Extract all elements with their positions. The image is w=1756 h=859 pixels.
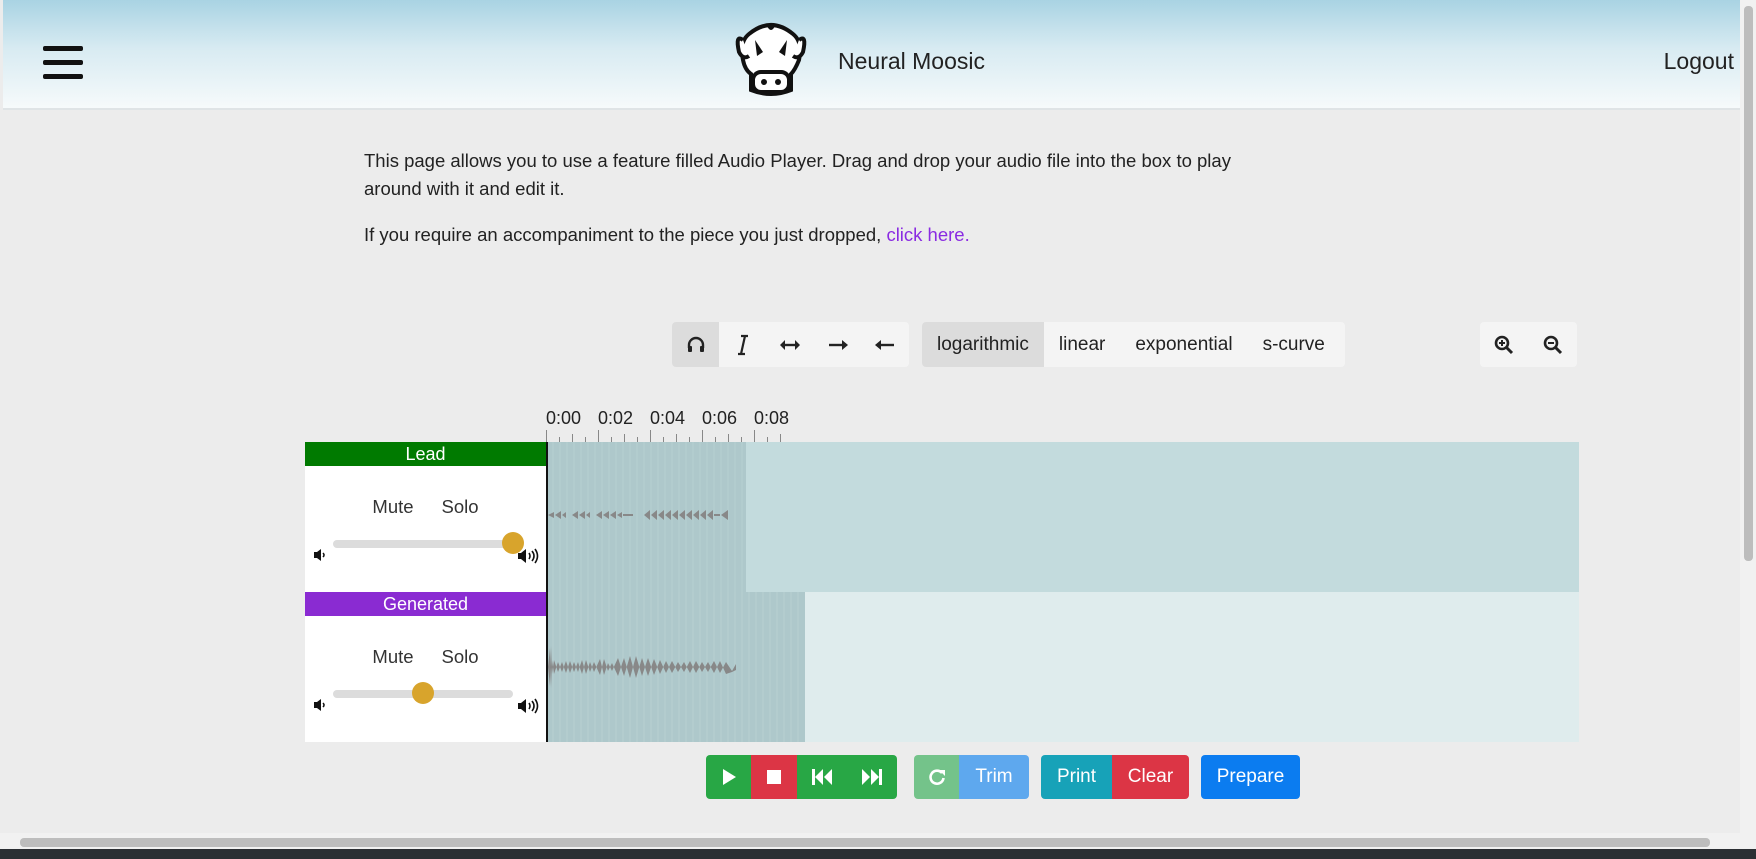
timeline-label: 0:00 xyxy=(546,408,582,428)
cursor-icon[interactable] xyxy=(719,322,766,367)
track-name: Lead xyxy=(305,442,546,466)
prepare-group: Prepare xyxy=(1201,755,1300,799)
timeline-label: 0:04 xyxy=(650,408,686,428)
trim-button[interactable]: Trim xyxy=(959,755,1029,799)
fade-in-icon[interactable] xyxy=(814,322,861,367)
major-tick xyxy=(702,430,703,442)
fast-forward-button[interactable] xyxy=(847,755,897,799)
minor-tick xyxy=(676,434,677,442)
track-name: Generated xyxy=(305,592,546,616)
intro-text: This page allows you to use a feature fi… xyxy=(364,150,1231,199)
horizontal-scrollbar[interactable] xyxy=(0,833,1756,849)
volume-slider-handle[interactable] xyxy=(412,682,434,704)
app-header: Neural Moosic Logout xyxy=(3,0,1740,110)
headphones-icon[interactable] xyxy=(672,322,720,367)
stop-button[interactable] xyxy=(751,755,797,799)
solo-button[interactable]: Solo xyxy=(442,496,479,518)
major-tick xyxy=(598,430,599,442)
timeline-label: 0:06 xyxy=(702,408,738,428)
waveform xyxy=(548,442,1579,592)
skip-back-icon xyxy=(812,769,832,785)
horizontal-scrollbar-thumb[interactable] xyxy=(20,838,1710,847)
minor-tick xyxy=(572,434,573,442)
print-button[interactable]: Print xyxy=(1041,755,1112,799)
minor-tick xyxy=(624,434,625,442)
fade-linear-button[interactable]: linear xyxy=(1044,322,1120,367)
playback-controls xyxy=(706,755,897,799)
hamburger-menu-icon[interactable] xyxy=(43,46,83,82)
major-tick xyxy=(650,430,651,442)
play-icon xyxy=(722,769,736,785)
fade-out-icon[interactable] xyxy=(862,322,909,367)
skip-forward-icon xyxy=(862,769,882,785)
refresh-icon xyxy=(928,769,945,785)
fade-logarithmic-button[interactable]: logarithmic xyxy=(922,322,1044,367)
mute-solo-group: Mute Solo xyxy=(305,646,546,668)
mute-button[interactable]: Mute xyxy=(372,646,413,668)
volume-slider[interactable] xyxy=(333,682,513,704)
zoom-in-icon[interactable] xyxy=(1480,322,1529,367)
shift-icon[interactable] xyxy=(767,322,814,367)
accompaniment-prefix: If you require an accompaniment to the p… xyxy=(364,224,887,245)
volume-slider[interactable] xyxy=(333,532,524,554)
mute-button[interactable]: Mute xyxy=(372,496,413,518)
accompaniment-link[interactable]: click here. xyxy=(886,224,969,245)
zoom-out-icon[interactable] xyxy=(1529,322,1578,367)
volume-high-icon xyxy=(518,698,539,714)
volume-high-icon xyxy=(518,548,539,564)
trim-controls: Trim xyxy=(914,755,1029,799)
volume-low-icon xyxy=(314,699,325,711)
track-controls: Generated Mute Solo xyxy=(305,592,546,742)
vertical-scrollbar-thumb[interactable] xyxy=(1744,6,1753,561)
vertical-scrollbar[interactable] xyxy=(1740,0,1756,842)
print-clear-group: Print Clear xyxy=(1041,755,1189,799)
waveform-canvas[interactable] xyxy=(546,592,1579,742)
play-button[interactable] xyxy=(706,755,751,799)
fade-type-toolbar: logarithmic linear exponential s-curve xyxy=(922,322,1345,367)
fade-s-curve-button[interactable]: s-curve xyxy=(1248,322,1340,367)
waveform xyxy=(548,592,1579,742)
fade-exponential-button[interactable]: exponential xyxy=(1120,322,1247,367)
major-tick xyxy=(546,430,547,442)
mute-solo-group: Mute Solo xyxy=(305,496,546,518)
track-controls: Lead Mute Solo xyxy=(305,442,546,592)
timeline-label: 0:08 xyxy=(754,408,790,428)
solo-button[interactable]: Solo xyxy=(442,646,479,668)
timeline-ruler: 0:00 0:02 0:04 0:06 0:08 xyxy=(546,408,806,442)
zoom-toolbar xyxy=(1480,322,1577,367)
refresh-button[interactable] xyxy=(914,755,959,799)
track-generated: Generated Mute Solo xyxy=(305,592,1579,742)
accompaniment-text: If you require an accompaniment to the p… xyxy=(364,224,970,246)
timeline-label: 0:02 xyxy=(598,408,634,428)
stop-icon xyxy=(767,770,781,784)
window-bottom-edge xyxy=(0,849,1756,859)
cow-logo-icon xyxy=(735,23,807,96)
brand-title: Neural Moosic xyxy=(838,48,985,74)
volume-low-icon xyxy=(314,549,325,561)
minor-tick xyxy=(780,434,781,442)
waveform-canvas[interactable] xyxy=(546,442,1579,592)
clear-button[interactable]: Clear xyxy=(1112,755,1189,799)
logout-link[interactable]: Logout xyxy=(1664,48,1734,75)
minor-tick xyxy=(728,434,729,442)
mode-toolbar xyxy=(672,322,909,367)
track-lead: Lead Mute Solo xyxy=(305,442,1579,592)
rewind-button[interactable] xyxy=(797,755,847,799)
prepare-button[interactable]: Prepare xyxy=(1201,755,1300,799)
major-tick xyxy=(754,430,755,442)
